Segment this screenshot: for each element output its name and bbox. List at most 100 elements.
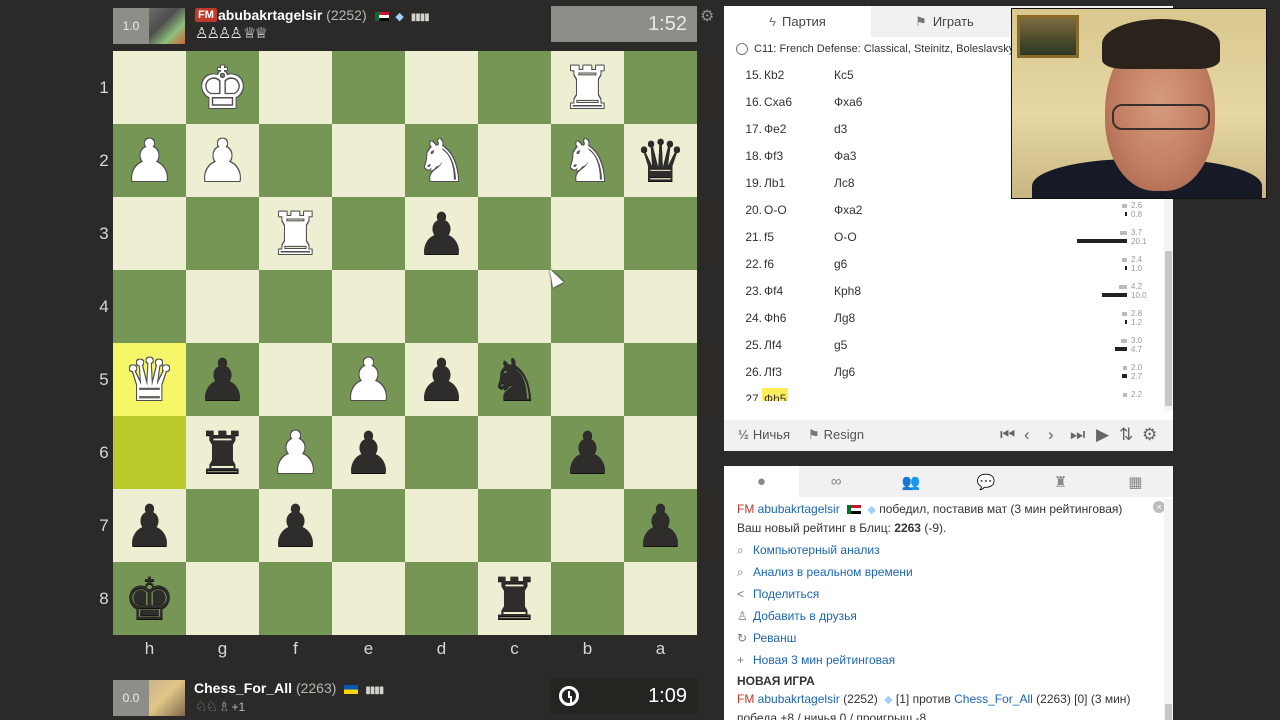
- board-square[interactable]: ♟: [186, 124, 259, 197]
- chess-piece[interactable]: ♚: [124, 570, 176, 628]
- white-move[interactable]: Лb1: [762, 172, 787, 194]
- board-square[interactable]: [186, 562, 259, 635]
- board-square[interactable]: ♜: [186, 416, 259, 489]
- board-square[interactable]: [113, 51, 186, 124]
- chess-piece[interactable]: ♛: [124, 351, 176, 409]
- chess-piece[interactable]: ♛: [635, 132, 687, 190]
- board-square[interactable]: [478, 270, 551, 343]
- white-move[interactable]: Лf3: [762, 361, 784, 383]
- board-square[interactable]: ♟: [186, 343, 259, 416]
- board-square[interactable]: [259, 562, 332, 635]
- white-move[interactable]: Фf3: [762, 145, 785, 167]
- board-square[interactable]: [624, 270, 697, 343]
- tab-events-icon[interactable]: ▦: [1098, 466, 1173, 497]
- black-move[interactable]: g5: [834, 338, 847, 352]
- board-square[interactable]: ♟: [405, 197, 478, 270]
- chess-piece[interactable]: ♟: [197, 351, 249, 409]
- player-link[interactable]: abubakrtagelsir: [758, 692, 840, 706]
- next-move-icon[interactable]: ›: [1048, 425, 1054, 445]
- chess-piece[interactable]: ♟: [343, 424, 395, 482]
- realtime-analysis-link[interactable]: ⌕ Анализ в реальном времени: [737, 563, 1160, 581]
- board-square[interactable]: [478, 51, 551, 124]
- add-friend-link[interactable]: ♙ Добавить в друзья: [737, 607, 1160, 625]
- board-square[interactable]: ♟: [113, 489, 186, 562]
- chess-piece[interactable]: ♟: [124, 132, 176, 190]
- chess-piece[interactable]: ♞: [489, 351, 541, 409]
- board-square[interactable]: [551, 197, 624, 270]
- board-square[interactable]: ♟: [624, 489, 697, 562]
- white-move[interactable]: Фe2: [762, 118, 788, 140]
- black-move[interactable]: Фxa6: [834, 95, 862, 109]
- board-square[interactable]: ♟: [332, 343, 405, 416]
- board-square[interactable]: [332, 124, 405, 197]
- board-square[interactable]: [405, 270, 478, 343]
- board-square[interactable]: [624, 562, 697, 635]
- board-square[interactable]: [624, 197, 697, 270]
- board-square[interactable]: [332, 51, 405, 124]
- board-square[interactable]: ♞: [478, 343, 551, 416]
- rematch-link[interactable]: ↻ Реванш: [737, 629, 1160, 647]
- white-move[interactable]: Фf4: [762, 280, 785, 302]
- scrollbar-thumb[interactable]: [1165, 251, 1172, 406]
- board-square[interactable]: [478, 124, 551, 197]
- board-square[interactable]: [478, 416, 551, 489]
- white-move[interactable]: Сxa6: [762, 91, 794, 113]
- chess-piece[interactable]: ♟: [416, 351, 468, 409]
- black-move[interactable]: O-O: [834, 230, 857, 244]
- white-move[interactable]: Фh6: [762, 307, 788, 329]
- white-move[interactable]: Кb2: [762, 64, 786, 86]
- top-player-avatar[interactable]: [149, 8, 185, 44]
- board-square[interactable]: [478, 197, 551, 270]
- board-square[interactable]: [551, 489, 624, 562]
- chess-piece[interactable]: ♜: [562, 59, 614, 117]
- winner-link[interactable]: abubakrtagelsir: [758, 502, 840, 516]
- board-square[interactable]: [113, 197, 186, 270]
- black-move[interactable]: Крh8: [834, 284, 861, 298]
- chess-piece[interactable]: ♟: [197, 132, 249, 190]
- share-link[interactable]: < Поделиться: [737, 585, 1160, 603]
- chess-piece[interactable]: ♜: [197, 424, 249, 482]
- chess-piece[interactable]: ♚: [197, 59, 249, 117]
- board-square[interactable]: [624, 51, 697, 124]
- board-square[interactable]: [113, 416, 186, 489]
- bottom-player-avatar[interactable]: [149, 680, 185, 716]
- black-move[interactable]: Фa3: [834, 149, 856, 163]
- chess-piece[interactable]: ♟: [124, 497, 176, 555]
- board-square[interactable]: [332, 562, 405, 635]
- board-square[interactable]: [551, 343, 624, 416]
- board-square[interactable]: [405, 51, 478, 124]
- board-square[interactable]: [186, 489, 259, 562]
- play-icon[interactable]: ▶: [1096, 425, 1109, 445]
- chess-board[interactable]: ♚ ♜ ♟ ♟ ♞ ♞ ♛ ♜ ♟ ♛ ♟ ♟ ♟ ♞ ♜ ♟ ♟ ♟ ♟ ♟ ♟ ♚ ♜: [113, 51, 697, 635]
- last-move-icon[interactable]: ⏭: [1070, 425, 1085, 445]
- board-square[interactable]: [113, 270, 186, 343]
- chess-piece[interactable]: ♞: [562, 132, 614, 190]
- board-square[interactable]: [624, 416, 697, 489]
- board-square[interactable]: ♜: [551, 51, 624, 124]
- board-square[interactable]: [259, 343, 332, 416]
- chess-piece[interactable]: ♜: [270, 205, 322, 263]
- board-square[interactable]: [405, 416, 478, 489]
- opponent-link[interactable]: Chess_For_All: [954, 692, 1033, 706]
- tab-messages-icon[interactable]: 💬: [948, 466, 1023, 497]
- black-move[interactable]: d3: [834, 122, 847, 136]
- board-square[interactable]: ♛: [113, 343, 186, 416]
- chess-piece[interactable]: ♞: [416, 132, 468, 190]
- board-square[interactable]: ♚: [113, 562, 186, 635]
- white-move[interactable]: Лf4: [762, 334, 784, 356]
- board-square[interactable]: [551, 562, 624, 635]
- board-square[interactable]: [405, 562, 478, 635]
- top-player-name[interactable]: abubakrtagelsir: [218, 7, 322, 23]
- board-square[interactable]: ♛: [624, 124, 697, 197]
- white-move[interactable]: f6: [762, 253, 776, 275]
- board-square[interactable]: ♞: [405, 124, 478, 197]
- board-square[interactable]: [624, 343, 697, 416]
- black-move[interactable]: Фxa2: [834, 203, 862, 217]
- board-square[interactable]: ♟: [259, 416, 332, 489]
- board-square[interactable]: [332, 197, 405, 270]
- tab-tournaments-icon[interactable]: ♜: [1023, 466, 1098, 497]
- board-square[interactable]: ♟: [113, 124, 186, 197]
- tab-chat-icon[interactable]: ●: [724, 466, 799, 497]
- white-move[interactable]: Фh5: [762, 388, 789, 401]
- board-square[interactable]: [478, 489, 551, 562]
